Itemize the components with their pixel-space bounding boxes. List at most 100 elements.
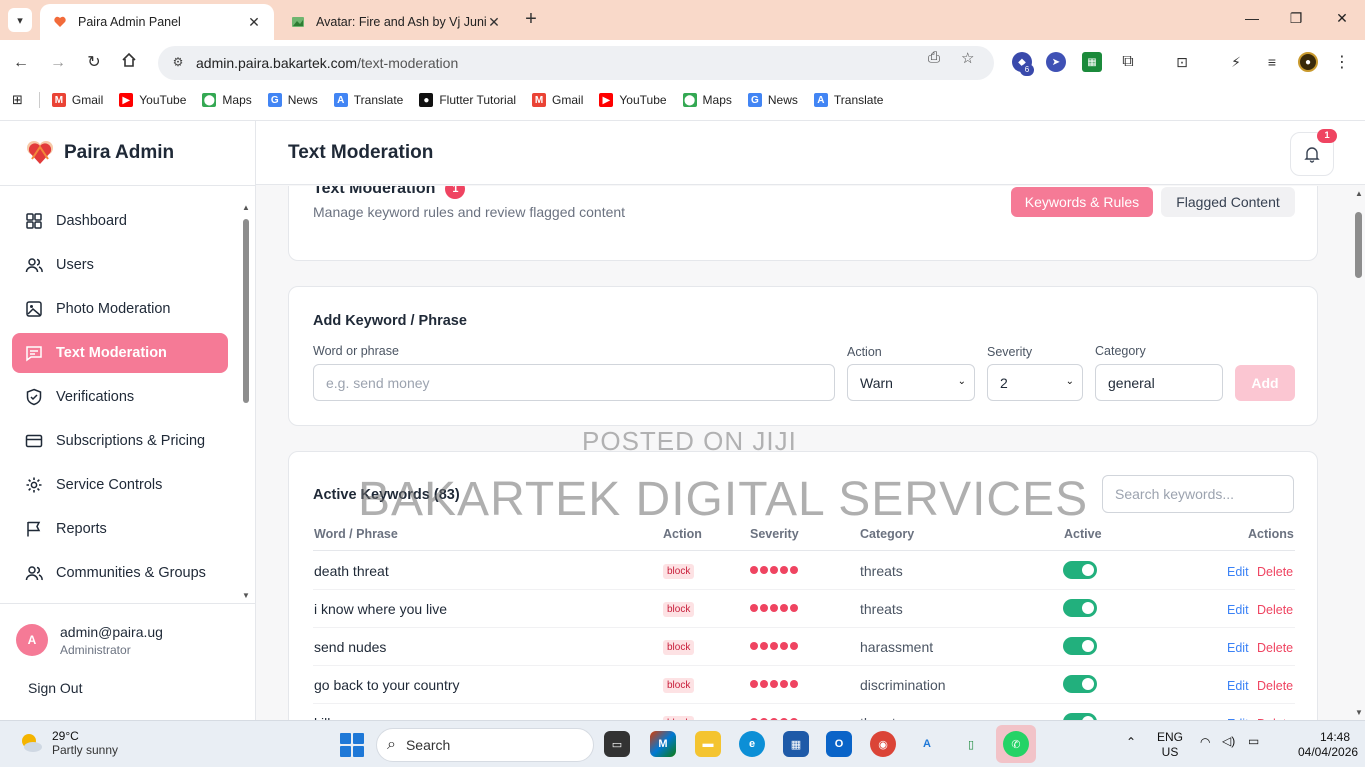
puzzle-icon[interactable]: ⧉	[1118, 52, 1138, 72]
bookmark-translate[interactable]: A Translate	[333, 93, 403, 107]
bookmark-maps[interactable]: ⬤ Maps	[682, 93, 732, 107]
edge-icon[interactable]: e	[739, 731, 765, 757]
taskbar-search[interactable]: ⌕ Search	[376, 728, 594, 762]
delete-link[interactable]: Delete	[1257, 679, 1293, 693]
category-input[interactable]: general	[1095, 364, 1223, 401]
m365-icon[interactable]: M	[650, 731, 676, 757]
sign-out-button[interactable]: Sign Out	[28, 680, 82, 696]
whatsapp-icon[interactable]: ✆	[996, 725, 1036, 763]
clock[interactable]: 14:48 04/04/2026	[1298, 730, 1358, 760]
profile-avatar-icon[interactable]: ●	[1298, 52, 1318, 72]
card-icon	[24, 431, 44, 451]
bookmark-star-icon[interactable]: ☆	[961, 49, 974, 67]
screenshot-icon[interactable]: ⊡	[1172, 52, 1192, 72]
language-indicator[interactable]: ENG US	[1157, 730, 1183, 760]
media-control-icon[interactable]: ≡	[1262, 52, 1282, 72]
scroll-up-icon[interactable]: ▲	[242, 203, 250, 212]
wifi-icon[interactable]: ◠	[1200, 735, 1210, 749]
scroll-down-icon[interactable]: ▼	[1355, 708, 1363, 717]
bookmark-translate[interactable]: A Translate	[813, 93, 883, 107]
menu-dots-icon[interactable]: ⋮	[1332, 52, 1352, 72]
sidebar-item-communities[interactable]: Communities & Groups	[12, 553, 228, 593]
close-icon[interactable]: ✕	[246, 14, 262, 31]
windows-start-icon[interactable]	[340, 733, 364, 757]
sidebar-item-subscriptions[interactable]: Subscriptions & Pricing	[12, 421, 228, 461]
bookmark-youtube[interactable]: ▶ YouTube	[599, 93, 667, 107]
home-icon[interactable]	[118, 52, 140, 74]
scroll-down-icon[interactable]: ▼	[242, 591, 250, 600]
bookmark-youtube[interactable]: ▶ YouTube	[119, 93, 186, 107]
file-explorer-icon[interactable]: ▬	[695, 731, 721, 757]
scrollbar-thumb[interactable]	[1355, 212, 1362, 278]
scroll-up-icon[interactable]: ▲	[1355, 189, 1363, 198]
bookmark-gmail[interactable]: M Gmail	[51, 93, 103, 107]
edit-link[interactable]: Edit	[1227, 679, 1249, 693]
tab-flagged-content[interactable]: Flagged Content	[1161, 187, 1295, 217]
forward-icon[interactable]: →	[47, 52, 69, 74]
delete-link[interactable]: Delete	[1257, 641, 1293, 655]
sidebar-item-label: Verifications	[56, 389, 135, 405]
sidebar-item-dashboard[interactable]: Dashboard	[12, 201, 228, 241]
edit-link[interactable]: Edit	[1227, 565, 1249, 579]
severity-select[interactable]: 2 ⌄	[987, 364, 1083, 401]
volume-icon[interactable]: ◁)	[1222, 734, 1235, 748]
keyword-text: go back to your country	[314, 677, 460, 693]
browser-tab[interactable]: Avatar: Fire and Ash by Vj Junio ✕	[278, 4, 514, 40]
sidebar-item-label: Service Controls	[56, 477, 163, 493]
active-toggle[interactable]	[1063, 637, 1097, 655]
store-icon[interactable]: ▦	[783, 731, 809, 757]
new-tab-button[interactable]: +	[520, 8, 542, 30]
edit-link[interactable]: Edit	[1227, 603, 1249, 617]
sheets-extension-icon[interactable]: ▦	[1082, 52, 1102, 72]
task-view-icon[interactable]: ▭	[604, 731, 630, 757]
tab-keywords-rules[interactable]: Keywords & Rules	[1011, 187, 1153, 217]
search-keywords-input[interactable]: Search keywords...	[1102, 475, 1294, 513]
minimize-icon[interactable]: —	[1242, 10, 1262, 26]
active-toggle[interactable]	[1063, 561, 1097, 579]
avatar[interactable]: A	[16, 624, 48, 656]
bookmark-news[interactable]: G News	[267, 93, 318, 107]
battery-icon[interactable]: ▭	[1248, 734, 1259, 748]
close-icon[interactable]: ✕	[486, 14, 502, 31]
browser-tab-active[interactable]: Paira Admin Panel ✕	[40, 4, 274, 40]
maximize-icon[interactable]: ❐	[1286, 10, 1306, 27]
bookmark-news[interactable]: G News	[747, 93, 798, 107]
tray-chevron-icon[interactable]: ⌃	[1126, 735, 1136, 749]
apps-icon[interactable]: ⊞	[12, 92, 23, 108]
sidebar-item-verifications[interactable]: Verifications	[12, 377, 228, 417]
active-toggle[interactable]	[1063, 675, 1097, 693]
bookmark-gmail[interactable]: M Gmail	[532, 93, 583, 107]
brand[interactable]: Paira Admin	[24, 137, 174, 169]
sidebar-item-reports[interactable]: Reports	[12, 509, 228, 549]
vpn-extension-icon[interactable]: ➤	[1046, 52, 1066, 72]
sidebar-item-photo-moderation[interactable]: Photo Moderation	[12, 289, 228, 329]
action-select[interactable]: Warn ⌄	[847, 364, 975, 401]
sidebar-item-users[interactable]: Users	[12, 245, 228, 285]
bookmark-flutter-tutorial[interactable]: ● Flutter Tutorial	[419, 93, 516, 107]
install-app-icon[interactable]: ⎙	[928, 49, 940, 66]
site-info-icon[interactable]: ⚙	[170, 55, 186, 71]
sidebar-scrollbar[interactable]: ▲ ▼	[240, 203, 252, 603]
weather-widget[interactable]: 29°C Partly sunny	[18, 729, 118, 757]
bookmark-maps[interactable]: ⬤ Maps	[202, 93, 252, 107]
main-scrollbar[interactable]: ▲ ▼	[1352, 186, 1365, 721]
back-icon[interactable]: ←	[10, 52, 32, 74]
scrollbar-thumb[interactable]	[243, 219, 249, 403]
address-bar[interactable]: ⚙ admin.paira.bakartek.com/text-moderati…	[158, 46, 994, 80]
tab-search-button[interactable]: ▾	[8, 8, 32, 32]
add-keyword-button[interactable]: Add	[1235, 365, 1295, 401]
word-input[interactable]: e.g. send money	[313, 364, 835, 401]
sidebar-item-text-moderation[interactable]: Text Moderation	[12, 333, 228, 373]
outlook-icon[interactable]: O	[826, 731, 852, 757]
chrome-icon[interactable]: ◉	[870, 731, 896, 757]
performance-icon[interactable]: ⚡	[1226, 52, 1246, 72]
reload-icon[interactable]: ↻	[83, 52, 105, 74]
translator-icon[interactable]: A	[914, 731, 940, 757]
phone-link-icon[interactable]: ▯	[958, 731, 984, 757]
active-toggle[interactable]	[1063, 599, 1097, 617]
delete-link[interactable]: Delete	[1257, 565, 1293, 579]
edit-link[interactable]: Edit	[1227, 641, 1249, 655]
delete-link[interactable]: Delete	[1257, 603, 1293, 617]
window-close-icon[interactable]: ✕	[1332, 10, 1352, 27]
sidebar-item-service-controls[interactable]: Service Controls	[12, 465, 228, 505]
